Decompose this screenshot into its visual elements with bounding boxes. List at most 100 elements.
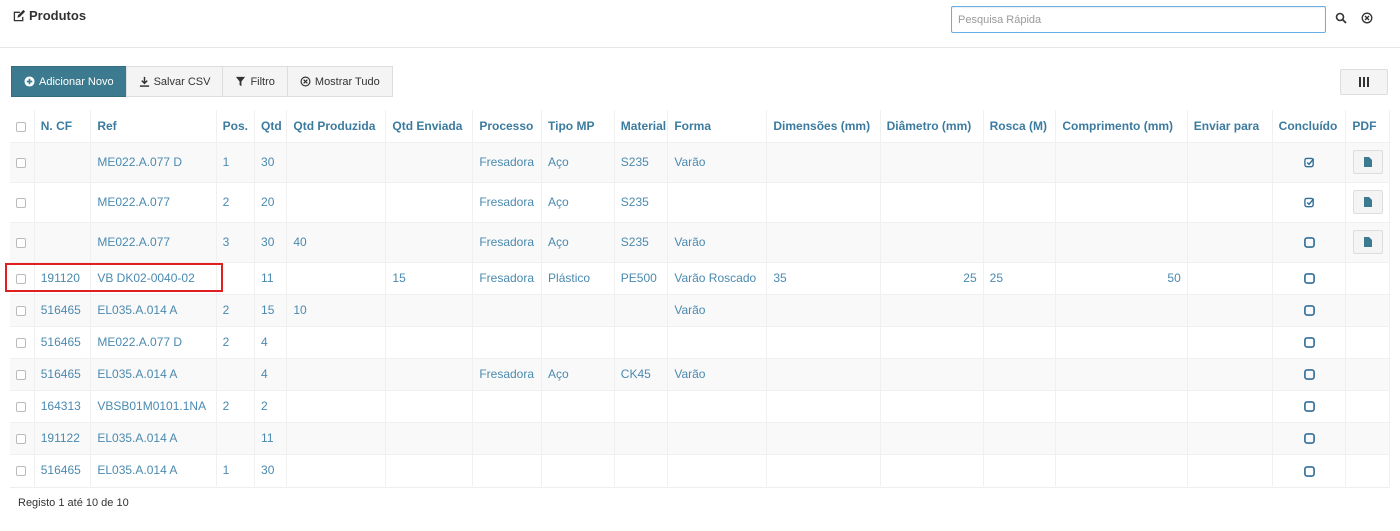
page-title: Produtos: [12, 8, 86, 23]
cell-concluido[interactable]: [1272, 293, 1347, 326]
row-checkbox[interactable]: [16, 157, 26, 168]
cell-dimensoes: [766, 389, 881, 422]
square-icon[interactable]: [1303, 337, 1315, 349]
save-csv-button[interactable]: Salvar CSV: [125, 66, 224, 97]
cell-material: CK45: [614, 357, 669, 390]
add-new-button[interactable]: Adicionar Novo: [11, 66, 127, 97]
cell-concluido[interactable]: [1272, 453, 1347, 486]
cell-qtd-produzida: [286, 389, 387, 422]
cell-qtd-produzida: [286, 453, 387, 486]
cell-concluido[interactable]: [1272, 141, 1347, 182]
col-header[interactable]: Processo: [472, 110, 543, 142]
pdf-button[interactable]: [1352, 230, 1383, 254]
col-header[interactable]: Qtd Produzida: [286, 110, 387, 142]
cell-tipo-mp: Aço: [541, 181, 615, 222]
row-select-cell[interactable]: [10, 325, 35, 358]
pagination-info: Registo 1 até 10 de 10: [18, 497, 129, 509]
row-select-cell[interactable]: [10, 453, 35, 486]
cell-rosca: [983, 221, 1057, 262]
col-header[interactable]: Qtd Enviada: [385, 110, 474, 142]
filter-button[interactable]: Filtro: [222, 66, 288, 97]
row-checkbox[interactable]: [16, 337, 26, 348]
row-checkbox[interactable]: [16, 237, 26, 248]
row-checkbox[interactable]: [16, 273, 26, 284]
col-header[interactable]: Pos.: [216, 110, 256, 142]
col-header[interactable]: Forma: [667, 110, 768, 142]
cell-concluido[interactable]: [1272, 389, 1347, 422]
table-row[interactable]: ME022.A.077 D 1 30 Fresadora Aço S235 Varão: [10, 141, 1390, 182]
columns-toggle-button[interactable]: [1340, 69, 1388, 95]
check-square-icon[interactable]: [1303, 197, 1315, 208]
cell-pos: 1: [216, 453, 256, 486]
pdf-button[interactable]: [1352, 190, 1383, 214]
cell-qtd: 4: [254, 357, 288, 390]
square-icon[interactable]: [1303, 433, 1315, 445]
col-header[interactable]: PDF: [1345, 110, 1390, 142]
row-select-cell[interactable]: [10, 261, 35, 294]
cell-comprimento: [1055, 293, 1188, 326]
row-checkbox[interactable]: [16, 197, 26, 208]
col-header[interactable]: Ref: [90, 110, 217, 142]
cell-tipo-mp: Aço: [541, 221, 615, 262]
row-select-cell[interactable]: [10, 141, 35, 182]
row-checkbox[interactable]: [16, 433, 26, 444]
table-row[interactable]: 516465 EL035.A.014 A 1 30: [10, 453, 1390, 486]
cell-concluido[interactable]: [1272, 357, 1347, 390]
col-header[interactable]: Qtd: [254, 110, 288, 142]
check-square-icon[interactable]: [1303, 157, 1315, 168]
square-icon[interactable]: [1303, 465, 1315, 477]
col-header[interactable]: Dimensões (mm): [766, 110, 881, 142]
row-select-cell[interactable]: [10, 357, 35, 390]
select-all-header[interactable]: [10, 110, 35, 142]
search-icon[interactable]: [1329, 6, 1353, 30]
table-row[interactable]: 191122 EL035.A.014 A 11: [10, 421, 1390, 454]
col-header[interactable]: Diâmetro (mm): [880, 110, 984, 142]
cell-concluido[interactable]: [1272, 221, 1347, 262]
select-all-checkbox[interactable]: [16, 121, 26, 132]
table-row[interactable]: ME022.A.077 3 30 40 Fresadora Aço S235 Varão: [10, 221, 1390, 262]
col-header[interactable]: Comprimento (mm): [1055, 110, 1188, 142]
pdf-button[interactable]: [1352, 150, 1383, 174]
clear-search-icon[interactable]: [1355, 6, 1379, 30]
row-checkbox[interactable]: [16, 369, 26, 380]
col-header[interactable]: Material: [614, 110, 669, 142]
row-select-cell[interactable]: [10, 421, 35, 454]
cell-concluido[interactable]: [1272, 181, 1347, 222]
row-select-cell[interactable]: [10, 293, 35, 326]
square-icon[interactable]: [1303, 401, 1315, 413]
cell-comprimento: [1055, 181, 1188, 222]
search-input[interactable]: [951, 6, 1326, 33]
cell-tipo-mp: [541, 421, 615, 454]
table-row[interactable]: ME022.A.077 2 20 Fresadora Aço S235: [10, 181, 1390, 222]
cell-qtd-enviada: [385, 421, 474, 454]
cell-qtd: 4: [254, 325, 288, 358]
table-row[interactable]: 516465 EL035.A.014 A 4 Fresadora Aço CK45 Varã…: [10, 357, 1390, 390]
cell-qtd-produzida: [286, 141, 387, 182]
square-icon[interactable]: [1303, 237, 1315, 249]
row-checkbox[interactable]: [16, 401, 26, 412]
cell-concluido[interactable]: [1272, 325, 1347, 358]
cell-qtd-produzida: [286, 421, 387, 454]
col-header[interactable]: Enviar para: [1187, 110, 1273, 142]
table-row[interactable]: 191120 VB DK02-0040-02 11 15 Fresadora Plásti…: [10, 261, 1390, 294]
col-header[interactable]: Rosca (M): [983, 110, 1057, 142]
table-row[interactable]: 516465 EL035.A.014 A 2 15 10 Varão: [10, 293, 1390, 326]
row-select-cell[interactable]: [10, 389, 35, 422]
square-icon[interactable]: [1303, 369, 1315, 381]
square-icon[interactable]: [1303, 273, 1315, 285]
square-icon[interactable]: [1303, 305, 1315, 317]
cell-concluido[interactable]: [1272, 421, 1347, 454]
row-select-cell[interactable]: [10, 181, 35, 222]
row-checkbox[interactable]: [16, 466, 26, 477]
col-header[interactable]: Tipo MP: [541, 110, 615, 142]
col-header[interactable]: Concluído: [1272, 110, 1347, 142]
cell-comprimento: [1055, 141, 1188, 182]
row-checkbox[interactable]: [16, 305, 26, 316]
show-all-button[interactable]: Mostrar Tudo: [286, 66, 393, 97]
col-header[interactable]: N. CF: [34, 110, 92, 142]
table-row[interactable]: 516465 ME022.A.077 D24: [10, 325, 1390, 358]
table-row[interactable]: 164313 VBSB01M0101.1NA 2 2: [10, 389, 1390, 422]
cell-diametro: [880, 453, 984, 486]
cell-concluido[interactable]: [1272, 261, 1347, 294]
row-select-cell[interactable]: [10, 221, 35, 262]
